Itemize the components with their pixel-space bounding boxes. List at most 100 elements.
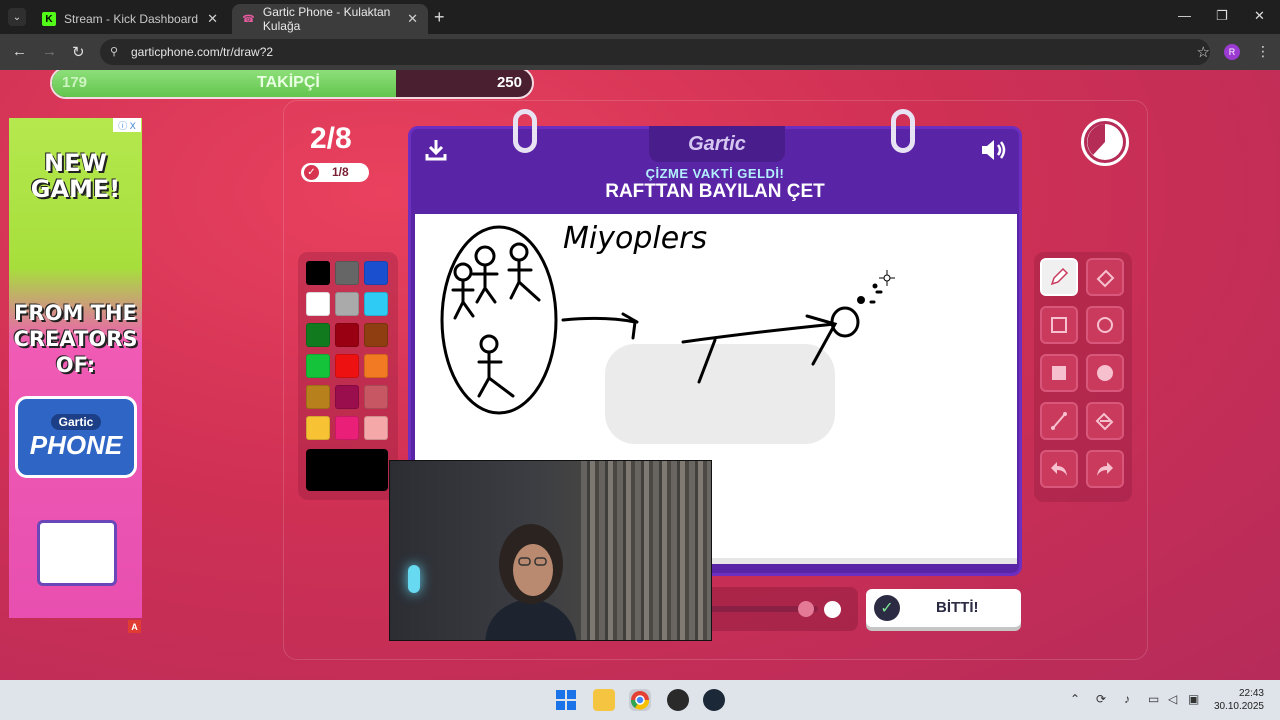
color-swatch[interactable] [335, 261, 359, 285]
sync-icon[interactable]: ⟳ [1096, 692, 1106, 706]
eraser-icon[interactable] [1086, 258, 1124, 296]
forward-button[interactable]: → [42, 43, 57, 60]
color-swatch[interactable] [364, 292, 388, 316]
color-palette [298, 252, 398, 500]
color-swatch[interactable] [335, 354, 359, 378]
done-button[interactable]: ✓ BİTTİ! [866, 589, 1021, 627]
clock-time: 22:43 [1238, 688, 1264, 699]
site-info-icon[interactable]: ⚲ [110, 45, 118, 58]
gartic-logo: Gartic [649, 126, 785, 162]
tab-gartic[interactable]: ☎ Gartic Phone - Kulaktan Kulağa ✕ [232, 4, 428, 34]
redo-icon[interactable] [1086, 450, 1124, 488]
phone-icon: ☎ [242, 13, 255, 25]
ad-logo: Gartic PHONE [15, 396, 137, 478]
color-swatch[interactable] [364, 261, 388, 285]
speaker-icon[interactable]: ◁ [1168, 692, 1177, 706]
color-swatch[interactable] [364, 354, 388, 378]
follower-current: 179 [62, 74, 88, 91]
circle-fill-icon[interactable] [1086, 354, 1124, 392]
color-swatch[interactable] [364, 323, 388, 347]
crosshair-cursor [879, 270, 895, 286]
url-field[interactable]: ⚲ garticphone.com/tr/draw?2 ☆ [100, 39, 1210, 65]
ring-icon [891, 109, 915, 153]
chrome-icon[interactable] [629, 689, 651, 711]
tool-panel [1034, 252, 1132, 502]
rgb-light [408, 565, 420, 593]
color-swatch[interactable] [335, 292, 359, 316]
rect-fill-icon[interactable] [1040, 354, 1078, 392]
line-icon[interactable] [1040, 402, 1078, 440]
minimize-button[interactable]: — [1178, 8, 1191, 23]
color-swatch[interactable] [335, 323, 359, 347]
bookshelf [581, 461, 711, 640]
undo-icon[interactable] [1040, 450, 1078, 488]
ring-icon [513, 109, 537, 153]
game-page: 179 TAKİPÇİ 250 NEW GAME! FROM THE CREAT… [0, 70, 1280, 680]
browser-menu-icon[interactable]: ⋮ [1256, 43, 1270, 60]
color-swatch[interactable] [364, 416, 388, 440]
current-color [306, 449, 388, 491]
close-icon[interactable]: ✕ [407, 11, 418, 27]
tab-search-button[interactable]: ⌄ [8, 8, 26, 26]
ad-info-icon[interactable]: ⓘ X [113, 118, 141, 132]
size-option-large[interactable] [824, 601, 841, 618]
timer-icon [1081, 118, 1129, 166]
rect-outline-icon[interactable] [1040, 306, 1078, 344]
windows-taskbar: ⌃ ⟳ ♪ ▭ ◁ ▣ 22:43 30.10.2025 [0, 680, 1280, 720]
draw-subtitle: ÇİZME VAKTİ GELDİ! [645, 166, 785, 181]
done-button-label: BİTTİ! [936, 599, 979, 616]
address-bar-row: ← → ↻ ⚲ garticphone.com/tr/draw?2 ☆ [0, 34, 1280, 70]
close-window-button[interactable]: ✕ [1254, 8, 1265, 24]
windows-start-icon[interactable] [555, 689, 577, 711]
tab-title: Gartic Phone - Kulaktan Kulağa [262, 5, 391, 33]
calendar-illustration [37, 520, 117, 586]
browser-tabbar: ⌄ K Stream - Kick Dashboard ✕ ☎ Gartic P… [0, 0, 1280, 34]
reload-button[interactable]: ↻ [72, 43, 85, 61]
volume-icon[interactable] [979, 137, 1009, 163]
color-swatch[interactable] [306, 261, 330, 285]
fill-bucket-icon[interactable] [1086, 402, 1124, 440]
size-option-medium[interactable] [798, 601, 814, 617]
kick-icon: K [42, 12, 56, 26]
follower-goal: 250 [496, 74, 522, 91]
clock[interactable]: 22:43 30.10.2025 [1214, 687, 1264, 713]
bookmark-star-icon[interactable]: ☆ [1197, 43, 1210, 61]
new-tab-button[interactable]: + [434, 7, 445, 28]
color-swatch[interactable] [306, 385, 330, 409]
microphone-icon[interactable]: ♪ [1124, 692, 1130, 706]
color-swatch[interactable] [364, 385, 388, 409]
circle-outline-icon[interactable] [1086, 306, 1124, 344]
profile-avatar[interactable]: R [1224, 44, 1240, 60]
color-swatch[interactable] [335, 416, 359, 440]
ad-logo-top: Gartic [50, 413, 102, 430]
ad-headline: NEW GAME! [30, 149, 121, 203]
close-icon[interactable]: ✕ [207, 11, 218, 27]
ad-badge: A [128, 620, 141, 633]
brush-size-slider[interactable] [700, 587, 858, 631]
url-text: garticphone.com/tr/draw?2 [131, 45, 274, 59]
ad-subline: FROM THE CREATORS OF: [13, 301, 138, 377]
download-icon[interactable] [423, 137, 449, 163]
pencil-icon[interactable] [1040, 258, 1078, 296]
follower-goal-fill [52, 70, 396, 97]
back-button[interactable]: ← [12, 43, 27, 60]
camera-icon[interactable]: ▣ [1188, 692, 1199, 706]
chevron-up-icon[interactable]: ⌃ [1070, 692, 1080, 706]
draw-prompt: RAFTTAN BAYILAN ÇET [605, 181, 825, 202]
network-icon[interactable]: ▭ [1148, 692, 1159, 706]
done-counter: ✓ 1/8 [301, 163, 369, 182]
color-swatch[interactable] [306, 323, 330, 347]
tab-kick[interactable]: K Stream - Kick Dashboard ✕ [32, 4, 228, 34]
steam-icon[interactable] [703, 689, 725, 711]
ad-logo-main: PHONE [29, 429, 123, 460]
webcam-overlay [389, 460, 712, 641]
file-explorer-icon[interactable] [593, 689, 615, 711]
ad-banner[interactable]: NEW GAME! FROM THE CREATORS OF: Gartic P… [9, 118, 142, 618]
color-swatch[interactable] [306, 292, 330, 316]
color-swatch[interactable] [306, 354, 330, 378]
obs-icon[interactable] [667, 689, 689, 711]
maximize-button[interactable]: ❐ [1216, 8, 1228, 24]
color-swatch[interactable] [335, 385, 359, 409]
color-swatch[interactable] [306, 416, 330, 440]
check-icon: ✓ [874, 595, 900, 621]
